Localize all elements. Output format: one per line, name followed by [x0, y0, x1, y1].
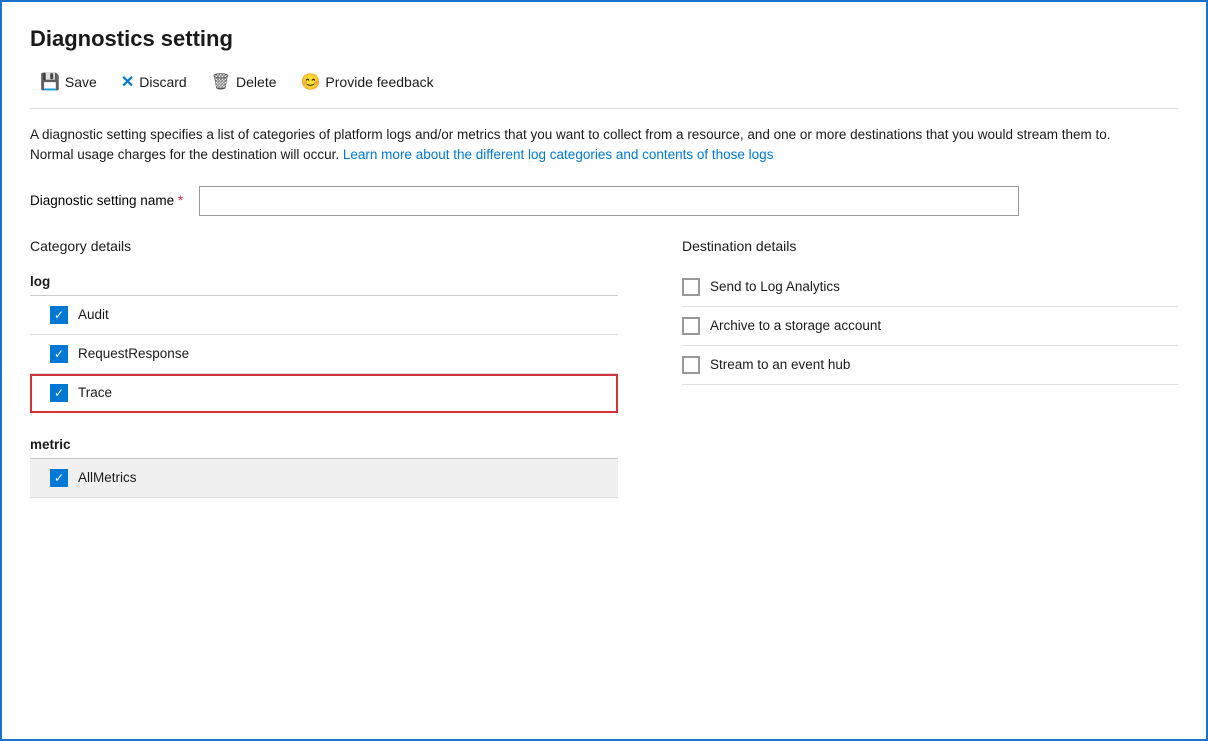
toolbar: 💾 Save ✕ Discard 🗑 Delete 😊 Provide feed…: [30, 68, 1178, 109]
destination-details-col: Destination details Send to Log Analytic…: [650, 238, 1178, 516]
trace-checkbox[interactable]: ✓: [50, 384, 68, 402]
required-indicator: *: [178, 193, 183, 208]
log-group-label: log: [30, 268, 618, 296]
destination-details-title: Destination details: [682, 238, 1178, 254]
category-details-title: Category details: [30, 238, 618, 254]
description-text: A diagnostic setting specifies a list of…: [30, 125, 1130, 166]
requestresponse-label: RequestResponse: [78, 346, 189, 361]
learn-more-link[interactable]: Learn more about the different log categ…: [343, 147, 774, 162]
metric-group-label: metric: [30, 431, 618, 459]
event-hub-item: Stream to an event hub: [682, 346, 1178, 385]
discard-icon: ✕: [121, 72, 134, 92]
diagnostics-page: Diagnostics setting 💾 Save ✕ Discard 🗑 D…: [0, 0, 1208, 741]
archive-storage-item: Archive to a storage account: [682, 307, 1178, 346]
log-group: log ✓ Audit ✓ RequestResponse: [30, 268, 618, 413]
storage-account-checkbox[interactable]: [682, 317, 700, 335]
audit-label: Audit: [78, 307, 109, 322]
event-hub-label: Stream to an event hub: [710, 357, 850, 372]
metric-group: metric ✓ AllMetrics: [30, 431, 618, 498]
two-col-layout: Category details log ✓ Audit ✓: [30, 238, 1178, 516]
feedback-icon: 😊: [301, 72, 321, 92]
save-icon: 💾: [40, 72, 60, 92]
trace-item: ✓ Trace: [30, 374, 618, 413]
allmetrics-label: AllMetrics: [78, 470, 137, 485]
feedback-button[interactable]: 😊 Provide feedback: [291, 68, 444, 96]
discard-button[interactable]: ✕ Discard: [111, 68, 197, 96]
setting-name-label: Diagnostic setting name *: [30, 193, 183, 208]
trace-label: Trace: [78, 385, 112, 400]
allmetrics-checkmark: ✓: [54, 472, 64, 484]
trace-checkmark: ✓: [54, 387, 64, 399]
page-title: Diagnostics setting: [30, 26, 1178, 52]
send-to-log-analytics-item: Send to Log Analytics: [682, 268, 1178, 307]
requestresponse-item: ✓ RequestResponse: [30, 335, 618, 374]
event-hub-checkbox[interactable]: [682, 356, 700, 374]
allmetrics-checkbox[interactable]: ✓: [50, 469, 68, 487]
delete-icon: 🗑: [211, 72, 231, 92]
log-analytics-checkbox[interactable]: [682, 278, 700, 296]
audit-checkbox[interactable]: ✓: [50, 306, 68, 324]
save-button[interactable]: 💾 Save: [30, 68, 107, 96]
setting-name-row: Diagnostic setting name *: [30, 186, 1178, 216]
log-analytics-label: Send to Log Analytics: [710, 279, 840, 294]
setting-name-input[interactable]: [199, 186, 1019, 216]
storage-account-label: Archive to a storage account: [710, 318, 881, 333]
audit-item: ✓ Audit: [30, 296, 618, 335]
requestresponse-checkmark: ✓: [54, 348, 64, 360]
category-details-col: Category details log ✓ Audit ✓: [30, 238, 650, 516]
requestresponse-checkbox[interactable]: ✓: [50, 345, 68, 363]
delete-button[interactable]: 🗑 Delete: [201, 68, 287, 96]
audit-checkmark: ✓: [54, 309, 64, 321]
allmetrics-item: ✓ AllMetrics: [30, 459, 618, 498]
